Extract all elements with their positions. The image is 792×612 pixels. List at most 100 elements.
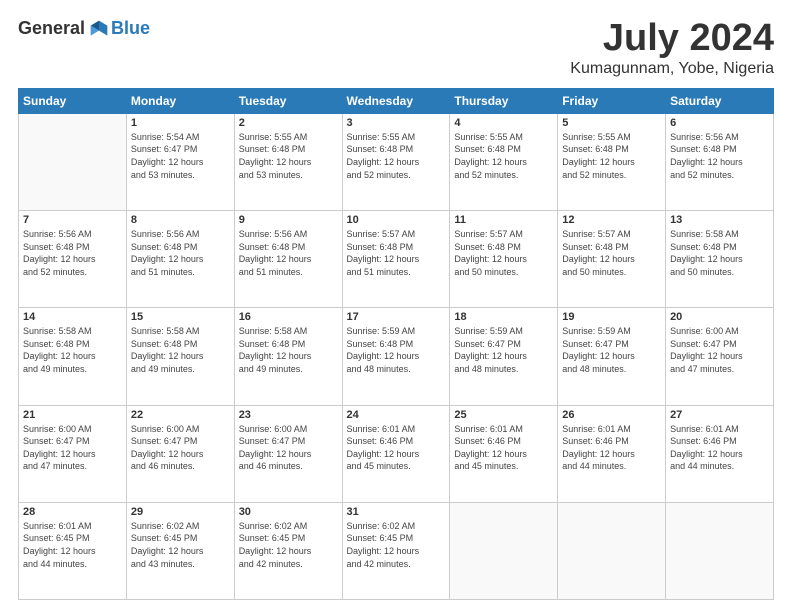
day-info: Sunrise: 6:00 AMSunset: 6:47 PMDaylight:… bbox=[131, 423, 230, 473]
logo-icon bbox=[89, 19, 109, 39]
day-number: 8 bbox=[131, 214, 230, 226]
calendar-cell: 9 Sunrise: 5:56 AMSunset: 6:48 PMDaylight… bbox=[234, 211, 342, 308]
logo: General Blue bbox=[18, 18, 150, 39]
day-number: 16 bbox=[239, 311, 338, 323]
calendar-cell: 20 Sunrise: 6:00 AMSunset: 6:47 PMDayligh… bbox=[666, 308, 774, 405]
day-number: 26 bbox=[562, 409, 661, 421]
calendar-cell: 28 Sunrise: 6:01 AMSunset: 6:45 PMDayligh… bbox=[19, 502, 127, 599]
day-number: 21 bbox=[23, 409, 122, 421]
day-number: 17 bbox=[347, 311, 446, 323]
calendar-cell: 6Sunrise: 5:56 AMSunset: 6:48 PMDaylight… bbox=[666, 113, 774, 210]
day-number: 11 bbox=[454, 214, 553, 226]
logo-general: General bbox=[18, 18, 85, 39]
logo-blue: Blue bbox=[111, 18, 150, 39]
day-info: Sunrise: 6:00 AMSunset: 6:47 PMDaylight:… bbox=[239, 423, 338, 473]
title-block: July 2024 Kumagunnam, Yobe, Nigeria bbox=[570, 18, 774, 78]
day-number: 3 bbox=[347, 117, 446, 129]
calendar-cell: 7 Sunrise: 5:56 AMSunset: 6:48 PMDaylight… bbox=[19, 211, 127, 308]
calendar-cell: 12 Sunrise: 5:57 AMSunset: 6:48 PMDayligh… bbox=[558, 211, 666, 308]
calendar-table: SundayMondayTuesdayWednesdayThursdayFrid… bbox=[18, 88, 774, 600]
location: Kumagunnam, Yobe, Nigeria bbox=[570, 60, 774, 78]
calendar-cell: 21 Sunrise: 6:00 AMSunset: 6:47 PMDayligh… bbox=[19, 405, 127, 502]
calendar-cell: 29Sunrise: 6:02 AMSunset: 6:45 PMDayligh… bbox=[126, 502, 234, 599]
calendar-cell: 26 Sunrise: 6:01 AMSunset: 6:46 PMDayligh… bbox=[558, 405, 666, 502]
day-info: Sunrise: 5:57 AMSunset: 6:48 PMDaylight:… bbox=[454, 228, 553, 278]
day-number: 10 bbox=[347, 214, 446, 226]
day-number: 13 bbox=[670, 214, 769, 226]
weekday-header-row: SundayMondayTuesdayWednesdayThursdayFrid… bbox=[19, 88, 774, 113]
day-info: Sunrise: 6:01 AMSunset: 6:46 PMDaylight:… bbox=[670, 423, 769, 473]
calendar-cell: 8Sunrise: 5:56 AMSunset: 6:48 PMDaylight… bbox=[126, 211, 234, 308]
day-number: 22 bbox=[131, 409, 230, 421]
calendar-week-1: 7 Sunrise: 5:56 AMSunset: 6:48 PMDaylight… bbox=[19, 211, 774, 308]
day-number: 4 bbox=[454, 117, 553, 129]
calendar-cell: 10 Sunrise: 5:57 AMSunset: 6:48 PMDayligh… bbox=[342, 211, 450, 308]
day-info: Sunrise: 5:57 AMSunset: 6:48 PMDaylight:… bbox=[347, 228, 446, 278]
day-info: Sunrise: 5:56 AMSunset: 6:48 PMDaylight:… bbox=[239, 228, 338, 278]
calendar-cell bbox=[666, 502, 774, 599]
day-info: Sunrise: 6:00 AMSunset: 6:47 PMDaylight:… bbox=[23, 423, 122, 473]
day-info: Sunrise: 5:55 AMSunset: 6:48 PMDaylight:… bbox=[562, 131, 661, 181]
calendar-cell: 2Sunrise: 5:55 AMSunset: 6:48 PMDaylight… bbox=[234, 113, 342, 210]
weekday-header-saturday: Saturday bbox=[666, 88, 774, 113]
page: General Blue July 2024 Kumagunnam, Yobe,… bbox=[0, 0, 792, 612]
day-info: Sunrise: 5:56 AMSunset: 6:48 PMDaylight:… bbox=[23, 228, 122, 278]
day-number: 25 bbox=[454, 409, 553, 421]
day-number: 15 bbox=[131, 311, 230, 323]
calendar-cell: 31Sunrise: 6:02 AMSunset: 6:45 PMDayligh… bbox=[342, 502, 450, 599]
day-info: Sunrise: 6:01 AMSunset: 6:46 PMDaylight:… bbox=[562, 423, 661, 473]
day-info: Sunrise: 5:58 AMSunset: 6:48 PMDaylight:… bbox=[23, 325, 122, 375]
day-info: Sunrise: 6:01 AMSunset: 6:45 PMDaylight:… bbox=[23, 520, 122, 570]
day-info: Sunrise: 6:00 AMSunset: 6:47 PMDaylight:… bbox=[670, 325, 769, 375]
calendar-week-2: 14 Sunrise: 5:58 AMSunset: 6:48 PMDayligh… bbox=[19, 308, 774, 405]
day-info: Sunrise: 5:59 AMSunset: 6:47 PMDaylight:… bbox=[562, 325, 661, 375]
day-info: Sunrise: 6:02 AMSunset: 6:45 PMDaylight:… bbox=[131, 520, 230, 570]
day-info: Sunrise: 5:58 AMSunset: 6:48 PMDaylight:… bbox=[670, 228, 769, 278]
day-number: 14 bbox=[23, 311, 122, 323]
day-number: 31 bbox=[347, 506, 446, 518]
weekday-header-tuesday: Tuesday bbox=[234, 88, 342, 113]
day-info: Sunrise: 6:02 AMSunset: 6:45 PMDaylight:… bbox=[239, 520, 338, 570]
calendar-cell: 23 Sunrise: 6:00 AMSunset: 6:47 PMDayligh… bbox=[234, 405, 342, 502]
day-number: 23 bbox=[239, 409, 338, 421]
calendar-cell: 16 Sunrise: 5:58 AMSunset: 6:48 PMDayligh… bbox=[234, 308, 342, 405]
day-info: Sunrise: 5:59 AMSunset: 6:47 PMDaylight:… bbox=[454, 325, 553, 375]
calendar-cell: 24 Sunrise: 6:01 AMSunset: 6:46 PMDayligh… bbox=[342, 405, 450, 502]
day-number: 2 bbox=[239, 117, 338, 129]
header: General Blue July 2024 Kumagunnam, Yobe,… bbox=[18, 18, 774, 78]
calendar-cell bbox=[450, 502, 558, 599]
day-number: 5 bbox=[562, 117, 661, 129]
calendar-cell: 3 Sunrise: 5:55 AMSunset: 6:48 PMDaylight… bbox=[342, 113, 450, 210]
day-info: Sunrise: 5:57 AMSunset: 6:48 PMDaylight:… bbox=[562, 228, 661, 278]
day-number: 20 bbox=[670, 311, 769, 323]
day-info: Sunrise: 5:59 AMSunset: 6:48 PMDaylight:… bbox=[347, 325, 446, 375]
day-number: 1 bbox=[131, 117, 230, 129]
day-number: 7 bbox=[23, 214, 122, 226]
weekday-header-thursday: Thursday bbox=[450, 88, 558, 113]
day-number: 9 bbox=[239, 214, 338, 226]
day-info: Sunrise: 5:55 AMSunset: 6:48 PMDaylight:… bbox=[347, 131, 446, 181]
weekday-header-friday: Friday bbox=[558, 88, 666, 113]
calendar-cell: 25 Sunrise: 6:01 AMSunset: 6:46 PMDayligh… bbox=[450, 405, 558, 502]
calendar-cell: 17 Sunrise: 5:59 AMSunset: 6:48 PMDayligh… bbox=[342, 308, 450, 405]
calendar-cell bbox=[558, 502, 666, 599]
calendar-cell: 27 Sunrise: 6:01 AMSunset: 6:46 PMDayligh… bbox=[666, 405, 774, 502]
calendar-cell: 19Sunrise: 5:59 AMSunset: 6:47 PMDayligh… bbox=[558, 308, 666, 405]
day-number: 18 bbox=[454, 311, 553, 323]
day-info: Sunrise: 6:01 AMSunset: 6:46 PMDaylight:… bbox=[454, 423, 553, 473]
calendar-cell: 1Sunrise: 5:54 AMSunset: 6:47 PMDaylight… bbox=[126, 113, 234, 210]
calendar-cell: 18 Sunrise: 5:59 AMSunset: 6:47 PMDayligh… bbox=[450, 308, 558, 405]
day-number: 28 bbox=[23, 506, 122, 518]
day-number: 27 bbox=[670, 409, 769, 421]
day-number: 24 bbox=[347, 409, 446, 421]
calendar-week-0: 1Sunrise: 5:54 AMSunset: 6:47 PMDaylight… bbox=[19, 113, 774, 210]
month-title: July 2024 bbox=[570, 18, 774, 60]
day-info: Sunrise: 5:55 AMSunset: 6:48 PMDaylight:… bbox=[454, 131, 553, 181]
day-number: 6 bbox=[670, 117, 769, 129]
calendar-cell: 11 Sunrise: 5:57 AMSunset: 6:48 PMDayligh… bbox=[450, 211, 558, 308]
calendar-cell: 4 Sunrise: 5:55 AMSunset: 6:48 PMDaylight… bbox=[450, 113, 558, 210]
weekday-header-sunday: Sunday bbox=[19, 88, 127, 113]
day-info: Sunrise: 6:01 AMSunset: 6:46 PMDaylight:… bbox=[347, 423, 446, 473]
day-number: 12 bbox=[562, 214, 661, 226]
day-info: Sunrise: 5:58 AMSunset: 6:48 PMDaylight:… bbox=[239, 325, 338, 375]
